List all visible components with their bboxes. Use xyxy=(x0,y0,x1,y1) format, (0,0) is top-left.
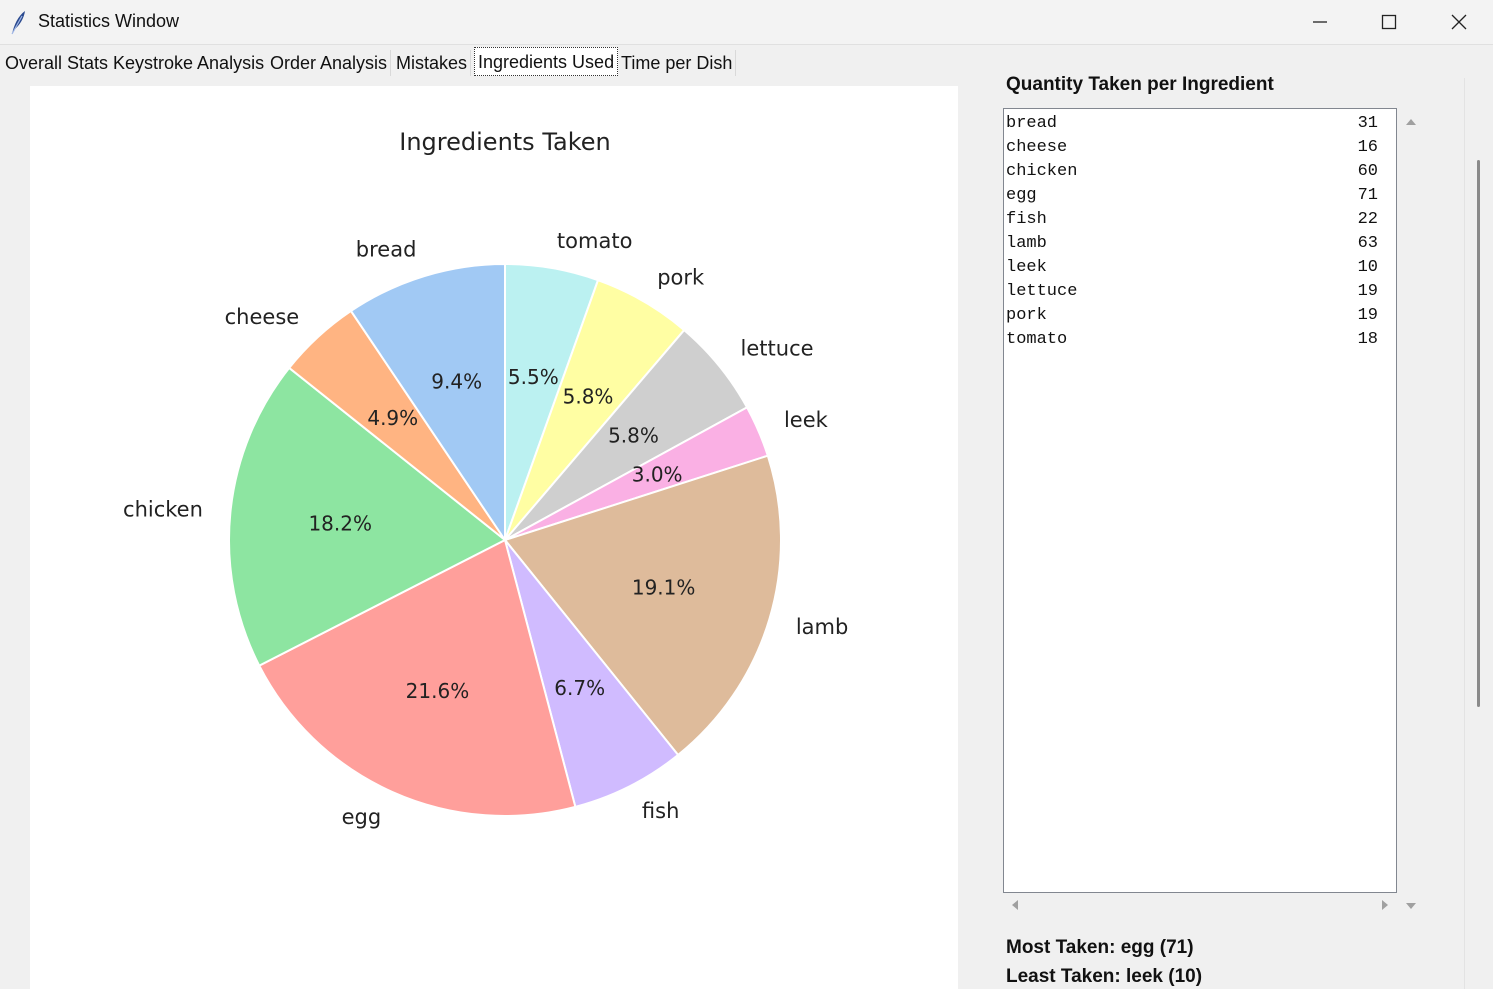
list-item-qty: 16 xyxy=(1357,138,1378,157)
list-item-qty: 19 xyxy=(1357,282,1378,301)
list-item-qty: 63 xyxy=(1357,234,1378,253)
slice-percent-label: 3.0% xyxy=(632,463,683,487)
list-item-name: pork xyxy=(1006,306,1047,325)
list-item-qty: 31 xyxy=(1357,114,1378,133)
pie-chart: Ingredients Taken 5.5% tomato 5.8% pork 5.8%… xyxy=(123,128,849,829)
slice-label-egg: egg xyxy=(342,805,382,829)
close-button[interactable] xyxy=(1424,0,1493,44)
slice-label-pork: pork xyxy=(657,265,705,289)
list-item[interactable]: pork 19 xyxy=(1006,304,1378,328)
tab-mistakes[interactable]: Mistakes xyxy=(393,50,472,76)
list-item-name: egg xyxy=(1006,186,1037,205)
slice-label-lettuce: lettuce xyxy=(741,336,814,360)
arrow-right-icon[interactable] xyxy=(1379,899,1391,911)
tab-time-per-dish[interactable]: Time per Dish xyxy=(618,50,737,76)
tab-overall-stats[interactable]: Overall Stats xyxy=(2,50,113,76)
slice-percent-label: 4.9% xyxy=(367,406,418,430)
slice-label-cheese: cheese xyxy=(225,305,300,329)
slice-percent-label: 6.7% xyxy=(554,676,605,700)
list-item[interactable]: cheese 16 xyxy=(1006,136,1378,160)
list-item-name: lamb xyxy=(1006,234,1047,253)
list-item-name: fish xyxy=(1006,210,1047,229)
list-item[interactable]: egg 71 xyxy=(1006,184,1378,208)
feather-icon xyxy=(11,11,25,35)
list-item-name: leek xyxy=(1006,258,1047,277)
least-taken-label: Least Taken: leek (10) xyxy=(1006,966,1203,987)
list-item[interactable]: tomato 18 xyxy=(1006,328,1378,352)
tab-order-analysis[interactable]: Order Analysis xyxy=(267,50,392,76)
slice-percent-label: 5.8% xyxy=(608,424,659,448)
window-scrollbar[interactable] xyxy=(1464,78,1493,989)
slice-label-leek: leek xyxy=(784,408,829,432)
list-item-qty: 71 xyxy=(1357,186,1378,205)
most-taken-label: Most Taken: egg (71) xyxy=(1006,937,1194,958)
slice-label-lamb: lamb xyxy=(796,615,849,639)
tab-ingredients-used[interactable]: Ingredients Used xyxy=(474,47,619,76)
list-item-qty: 19 xyxy=(1357,306,1378,325)
vertical-scrollbar[interactable] xyxy=(1398,108,1424,917)
slice-label-fish: fish xyxy=(642,799,679,823)
slice-percent-label: 19.1% xyxy=(632,576,696,600)
list-item-qty: 60 xyxy=(1357,162,1378,181)
slice-label-bread: bread xyxy=(356,238,417,262)
maximize-icon xyxy=(1381,14,1397,30)
list-item[interactable]: leek 10 xyxy=(1006,256,1378,280)
horizontal-scrollbar[interactable] xyxy=(1003,893,1397,917)
list-item-name: cheese xyxy=(1006,138,1068,157)
slice-percent-label: 5.8% xyxy=(563,385,614,409)
slice-percent-label: 5.5% xyxy=(508,365,559,389)
quantity-listbox[interactable]: bread 31 cheese 16 chicken 60 egg 71 fish 22 … xyxy=(1003,108,1397,893)
minimize-button[interactable] xyxy=(1285,0,1355,44)
arrow-left-icon[interactable] xyxy=(1009,899,1021,911)
slice-label-chicken: chicken xyxy=(123,498,203,522)
title-bar: Statistics Window xyxy=(0,0,1493,45)
list-item-name: lettuce xyxy=(1006,282,1078,301)
list-item[interactable]: fish 22 xyxy=(1006,208,1378,232)
list-item-qty: 18 xyxy=(1357,330,1378,349)
list-item-qty: 10 xyxy=(1357,258,1378,277)
list-item[interactable]: lamb 63 xyxy=(1006,232,1378,256)
close-icon xyxy=(1451,14,1467,30)
list-item-name: bread xyxy=(1006,114,1058,133)
list-item-name: tomato xyxy=(1006,330,1068,349)
tab-keystroke-analysis[interactable]: Keystroke Analysis xyxy=(110,50,269,76)
list-item[interactable]: lettuce 19 xyxy=(1006,280,1378,304)
slice-percent-label: 21.6% xyxy=(406,679,470,703)
list-item[interactable]: bread 31 xyxy=(1006,112,1378,136)
quantity-heading: Quantity Taken per Ingredient xyxy=(1006,74,1274,95)
window-title: Statistics Window xyxy=(38,11,180,31)
list-item-name: chicken xyxy=(1006,162,1078,181)
arrow-down-icon[interactable] xyxy=(1405,900,1417,912)
minimize-icon xyxy=(1313,21,1327,23)
maximize-button[interactable] xyxy=(1354,0,1424,44)
list-item[interactable]: chicken 60 xyxy=(1006,160,1378,184)
slice-percent-label: 9.4% xyxy=(431,370,482,394)
list-item-qty: 22 xyxy=(1357,210,1378,229)
chart-title: Ingredients Taken xyxy=(399,128,610,156)
window-scrollbar-thumb[interactable] xyxy=(1477,160,1480,707)
slice-label-tomato: tomato xyxy=(557,229,633,253)
chart-panel: Ingredients Taken 5.5% tomato 5.8% pork 5.8%… xyxy=(30,86,958,989)
slice-percent-label: 18.2% xyxy=(308,511,372,535)
arrow-up-icon[interactable] xyxy=(1405,116,1417,128)
